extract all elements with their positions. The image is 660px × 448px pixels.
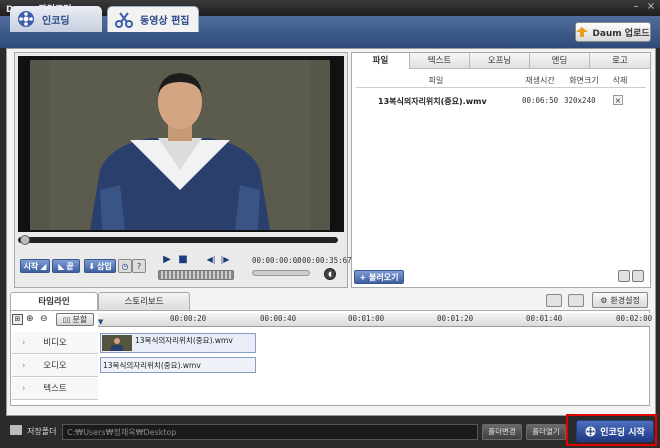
mark-start-icon: ◢ [40, 261, 47, 271]
track-audio[interactable]: › 오디오 [12, 355, 98, 377]
daum-upload-label: Daum 업로드 [592, 28, 650, 39]
seek-handle[interactable] [20, 235, 30, 245]
seek-bar[interactable] [18, 237, 338, 243]
volume-slider[interactable] [252, 270, 310, 276]
track-label: 텍스트 [43, 384, 67, 394]
presenter-frame-image [30, 60, 330, 230]
mark-end-label: 끝 [66, 261, 74, 271]
insert-button[interactable]: ⬇ 삽입 [84, 259, 116, 273]
presenter-thumbnail [110, 338, 124, 351]
tab-file[interactable]: 파일 [352, 53, 410, 69]
video-preview [30, 60, 330, 230]
track-video[interactable]: › 비디오 [12, 332, 98, 354]
speaker-icon[interactable]: ◖ [324, 268, 336, 280]
track-label: 오디오 [43, 361, 67, 371]
gear-icon: ⚙ [600, 295, 608, 305]
ruler-tick: 00:01:20 [437, 314, 474, 323]
close-button[interactable]: × [645, 1, 657, 13]
jog-slider[interactable] [158, 270, 234, 280]
settings-button[interactable]: ⚙ 환경설정 [592, 292, 648, 308]
tab-text[interactable]: 텍스트 [410, 53, 470, 69]
mark-start-label: 시작 [23, 261, 39, 271]
split-icon: ▯▯ [62, 315, 71, 324]
col-header-size: 화면크기 [569, 76, 599, 85]
audio-clip-name: 13복식의자리위치(중요).wmv [103, 361, 201, 370]
insert-label: 삽입 [96, 261, 112, 271]
tab-ending[interactable]: 엔딩 [530, 53, 590, 69]
mark-end-icon: ◣ [58, 261, 65, 271]
save-icon[interactable] [568, 294, 584, 307]
file-duration: 00:06:50 [522, 96, 559, 105]
tab-storyboard[interactable]: 스토리보드 [98, 292, 190, 310]
clock-icon[interactable]: ◷ [118, 259, 132, 273]
stop-button[interactable]: ■ [176, 253, 190, 267]
film-reel-icon [585, 425, 596, 437]
scissors-icon [115, 11, 133, 28]
daum-upload-button[interactable]: Daum 업로드 [575, 22, 651, 42]
col-header-duration: 재생시간 [525, 76, 555, 85]
add-file-button[interactable]: + 불러오기 [354, 270, 404, 284]
change-folder-button[interactable]: 폴더변경 [482, 424, 522, 440]
settings-label: 환경설정 [610, 295, 640, 305]
total-time: 00:00:35:67 [302, 256, 352, 265]
track-arrow-icon: › [22, 361, 26, 371]
tab-timeline[interactable]: 타임라인 [10, 292, 98, 310]
play-button[interactable]: ▶ [160, 253, 174, 267]
video-clip-name: 13복식의자리위치(중요).wmv [135, 336, 233, 345]
track-text[interactable]: › 텍스트 [12, 378, 98, 400]
playhead-marker[interactable]: ▼ [98, 318, 104, 326]
folder-icon [10, 425, 22, 435]
zoom-in-icon[interactable]: ⊕ [26, 314, 37, 325]
tab-encoding-label: 인코딩 [42, 15, 70, 27]
track-arrow-icon: › [22, 338, 26, 348]
mark-start-button[interactable]: 시작 ◢ [20, 259, 50, 273]
grid-view-icon[interactable] [632, 270, 644, 282]
tab-video-edit-label: 동영상 편집 [140, 16, 190, 27]
help-button[interactable]: ? [132, 259, 146, 273]
ruler-tick: 00:00:40 [260, 314, 297, 323]
ruler-tick: 00:01:40 [526, 314, 563, 323]
upload-arrow-icon [576, 27, 589, 37]
current-time: 00:00:00:00 [252, 256, 302, 265]
download-arrow-icon: ⬇ [88, 261, 95, 271]
file-size: 320x240 [564, 96, 596, 105]
start-encoding-button[interactable]: 인코딩 시작 [576, 420, 654, 442]
save-path-field[interactable]: C:₩Users₩정재욱₩Desktop [62, 424, 478, 440]
tab-opening[interactable]: 오프닝 [470, 53, 530, 69]
tab-encoding[interactable]: 인코딩 [10, 6, 102, 32]
time-separator: / [296, 256, 301, 265]
list-view-icon[interactable] [618, 270, 630, 282]
delete-file-button[interactable]: × [613, 95, 623, 105]
start-encoding-label: 인코딩 시작 [600, 427, 645, 438]
split-label: 분할 [72, 315, 88, 324]
ruler-tick: 00:01:00 [348, 314, 385, 323]
minimize-button[interactable]: – [630, 1, 642, 13]
ruler-tick: 00:00:20 [170, 314, 207, 323]
next-frame-button[interactable]: |▶ [218, 253, 232, 267]
tab-video-edit[interactable]: 동영상 편집 [107, 6, 199, 32]
film-reel-icon [18, 11, 34, 27]
table-row[interactable]: 13복식의자리위치(중요).wmv 00:06:50 320x240 × [356, 92, 646, 108]
folder-icon[interactable] [546, 294, 562, 307]
open-folder-button[interactable]: 폴더열기 [526, 424, 566, 440]
tab-logo[interactable]: 로고 [590, 53, 650, 69]
fit-icon[interactable]: ⊞ [12, 314, 23, 325]
audio-clip[interactable]: 13복식의자리위치(중요).wmv [100, 357, 256, 373]
track-label: 비디오 [43, 338, 67, 348]
col-header-file: 파일 [428, 76, 444, 85]
col-header-delete: 삭제 [612, 76, 628, 85]
track-arrow-icon: › [22, 384, 26, 394]
mark-end-button[interactable]: ◣ 끝 [52, 259, 80, 273]
zoom-out-icon[interactable]: ⊖ [40, 314, 51, 325]
clip-thumbnail [102, 335, 132, 351]
split-button[interactable]: ▯▯ 분할 [56, 313, 94, 326]
save-folder-label: 저장폴더 [27, 427, 57, 436]
video-clip[interactable]: 13복식의자리위치(중요).wmv [100, 333, 256, 353]
prev-frame-button[interactable]: ◀| [204, 253, 218, 267]
ruler-tick: 00:02:00 [616, 314, 653, 323]
file-name: 13복식의자리위치(중요).wmv [378, 97, 487, 106]
